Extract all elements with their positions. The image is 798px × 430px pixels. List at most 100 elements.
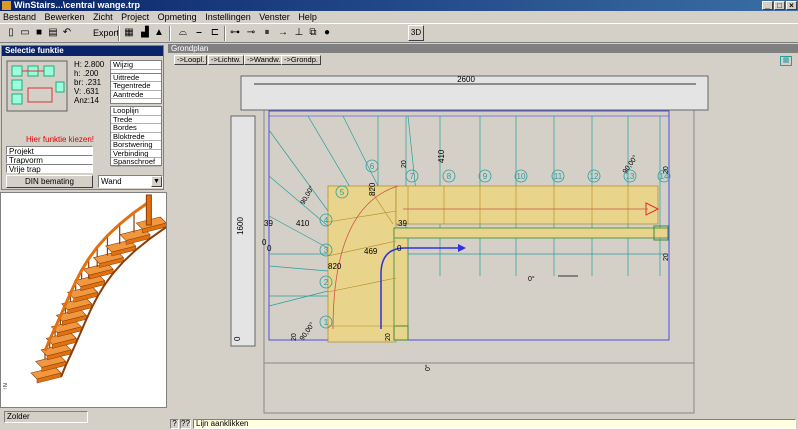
open-folder-icon[interactable]: ▭ — [18, 26, 32, 40]
menu-opmeting[interactable]: Opmeting — [155, 11, 200, 23]
param-width: br: .231 — [74, 78, 102, 87]
chevron-down-icon[interactable]: ▼ — [151, 176, 162, 187]
mode-item-aantrede[interactable]: Aantrede — [111, 91, 161, 99]
export-button[interactable]: Export — [93, 26, 119, 40]
maximize-button[interactable]: □ — [774, 1, 785, 10]
floor-plan-drawing[interactable]: 2600 1600 1234567 8 9 10 11 12 13 14 90,00° 90,… — [168, 66, 798, 418]
arrow-tool-icon[interactable]: → — [276, 26, 290, 40]
step-number-label: 10 — [517, 172, 526, 181]
stair-preview-icon — [6, 60, 68, 112]
print-icon[interactable]: ▤ — [46, 26, 60, 40]
line-tool-icon[interactable]: ⎯ — [192, 26, 206, 40]
element-item-bloktrede[interactable]: Bloktrede — [111, 133, 161, 141]
dim-20-d: 20 — [663, 253, 670, 261]
dim-0-c: 0 — [397, 244, 402, 253]
new-file-icon[interactable]: ▯ — [4, 26, 18, 40]
wall-tool-icon[interactable]: ⊏ — [208, 26, 222, 40]
element-item-spanschroef[interactable]: Spanschroef — [111, 158, 161, 167]
menu-help[interactable]: Help — [295, 11, 320, 23]
dim-0-d: 0 — [233, 336, 242, 341]
step-number-label: 5 — [340, 188, 345, 197]
floor-field[interactable]: Zolder — [4, 411, 88, 423]
view-3d-button[interactable]: 3D — [408, 25, 424, 41]
step-number[interactable]: 10 — [514, 169, 528, 183]
level-tool-icon[interactable]: ⊥ — [292, 26, 306, 40]
mode-item-uittrede[interactable]: Uittrede — [111, 74, 161, 82]
step-number-label: 11 — [554, 172, 563, 181]
grid-icon[interactable]: ▦ — [780, 56, 792, 66]
element-item-bordes[interactable]: Bordes — [111, 124, 161, 133]
stair-3d-view[interactable]: ↑N — [0, 192, 167, 408]
mode-item-tegentrede[interactable]: Tegentrede — [111, 82, 161, 91]
app-icon — [2, 1, 11, 10]
stair-3d-render — [30, 194, 167, 384]
step-number-label: 3 — [324, 246, 329, 255]
toolbar: ▯ ▭ ■ ▤ ↶ Export ▦ ▟ ▲ ⌓ ⎯ ⊏ ⊶ ⊸ ⏸ → ⊥ ⧉… — [0, 23, 798, 43]
step-number[interactable]: 11 — [551, 169, 565, 183]
pause-tool-icon[interactable]: ⏸ — [260, 26, 274, 40]
step-number[interactable]: 9 — [478, 169, 492, 183]
dim-469: 469 — [364, 247, 378, 256]
element-item-trede[interactable]: Trede — [111, 116, 161, 124]
step-number-label: 7 — [410, 172, 415, 181]
dim-20-a: 20 — [291, 333, 298, 341]
minimize-button[interactable]: _ — [762, 1, 773, 10]
angle-label-1: 90,00° — [299, 184, 316, 206]
menu-venster[interactable]: Venster — [256, 11, 293, 23]
menu-bewerken[interactable]: Bewerken — [42, 11, 88, 23]
option-vrije-trap[interactable]: Vrije trap — [6, 164, 93, 174]
circle-tool-icon[interactable]: ● — [320, 26, 334, 40]
split-tool-icon[interactable]: ⊸ — [244, 26, 258, 40]
angle-label-3: 90,00° — [298, 321, 316, 342]
param-count: Anz:14 — [74, 96, 99, 105]
step-number-label: 6 — [370, 162, 375, 171]
grondplan-title: Grondplan — [168, 44, 798, 53]
walkline-arrow-icon — [458, 244, 466, 252]
dim-820-b: 820 — [368, 182, 377, 196]
param-v: V: .631 — [74, 87, 100, 96]
shape-tool-icon[interactable]: ⌓ — [176, 26, 190, 40]
floor-panel: Zolder — [0, 408, 167, 430]
close-button[interactable]: × — [786, 1, 797, 10]
dim-39-b: 39 — [398, 219, 407, 228]
option-trapvorm[interactable]: Trapvorm — [6, 155, 93, 165]
copy-tool-icon[interactable]: ⧉ — [306, 26, 320, 40]
stair-tool-icon[interactable]: ▟ — [138, 26, 152, 40]
dim-top: 2600 — [457, 75, 475, 84]
selection-panel: Selectie funktie H: 2.800 h: .200 br: .2… — [1, 45, 164, 190]
help-button[interactable]: ? — [170, 419, 179, 429]
window-title: WinStairs...\central wange.trp — [14, 0, 140, 10]
menu-project[interactable]: Project — [118, 11, 152, 23]
context-help-button[interactable]: ?? — [180, 419, 191, 429]
tab-lichtwand[interactable]: ->Lichtw. — [208, 55, 244, 65]
step-number[interactable]: 8 — [442, 169, 456, 183]
tab-grondplan[interactable]: ->Grondp. — [281, 55, 321, 65]
step-number-label: 9 — [483, 172, 488, 181]
tab-wandwand[interactable]: ->Wandw. — [244, 55, 284, 65]
measure-tool-icon[interactable]: ⊶ — [228, 26, 242, 40]
step-number-label: 2 — [324, 278, 329, 287]
undo-icon[interactable]: ↶ — [60, 26, 74, 40]
menu-bestand[interactable]: Bestand — [0, 11, 39, 23]
step-number-label: 8 — [447, 172, 452, 181]
menu-instellingen[interactable]: Instellingen — [202, 11, 254, 23]
option-projekt[interactable]: Projekt — [6, 146, 93, 156]
step-number[interactable]: 12 — [587, 169, 601, 183]
mode-item-wijzig[interactable]: Wijzig — [111, 61, 161, 70]
element-item-looplijn[interactable]: Looplijn — [111, 107, 161, 116]
dim-left: 1600 — [236, 217, 245, 235]
dim-20-e: 20 — [663, 166, 670, 174]
calculator-icon[interactable]: ▦ — [122, 26, 136, 40]
din-bemating-button[interactable]: DIN bemating — [6, 175, 93, 188]
degree-label-2: 0° — [424, 364, 432, 371]
menu-zicht[interactable]: Zicht — [90, 11, 116, 23]
element-item-verbinding[interactable]: Verbinding — [111, 150, 161, 158]
element-item-borstwering[interactable]: Borstwering — [111, 141, 161, 150]
save-icon[interactable]: ■ — [32, 26, 46, 40]
dim-410-b: 410 — [437, 149, 446, 163]
tab-looplijn[interactable]: ->Loopl. — [174, 55, 208, 65]
triangle-up-icon[interactable]: ▲ — [152, 26, 166, 40]
type-select[interactable]: Wand ▼ — [98, 175, 163, 188]
step-number[interactable]: 7 — [405, 169, 419, 183]
status-message: Lijn aanklikken — [193, 419, 796, 429]
